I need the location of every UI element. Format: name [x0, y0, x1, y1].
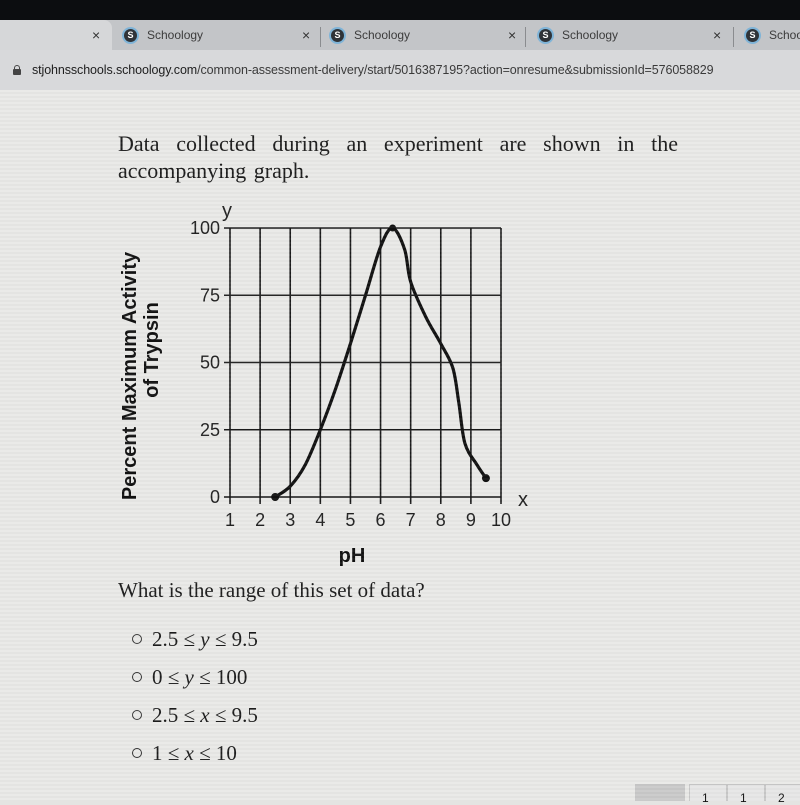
- tab-title: Schoology: [562, 28, 619, 42]
- tab-separator: [320, 27, 321, 47]
- x-tick-label: 5: [345, 510, 355, 530]
- x-tick-label: 7: [406, 510, 416, 530]
- url-path: /common-assessment-delivery/start/501638…: [197, 63, 714, 77]
- data-point-end: [481, 474, 490, 483]
- lock-icon: [12, 65, 22, 75]
- y-tick-label: 75: [200, 285, 220, 305]
- radio-button[interactable]: [132, 634, 142, 644]
- radio-button[interactable]: [132, 748, 142, 758]
- choice-label: 0 ≤ y ≤ 100: [152, 664, 248, 689]
- y-axis-label-line2: of Trypsin: [141, 302, 163, 398]
- tab-2[interactable]: S Schoology ×: [331, 20, 531, 50]
- radio-button[interactable]: [132, 672, 142, 682]
- url-text[interactable]: stjohnsschools.schoology.com/common-asse…: [32, 63, 714, 77]
- pager-page-button[interactable]: 1: [727, 784, 765, 805]
- close-icon[interactable]: ×: [508, 27, 516, 43]
- y-tick-label: 100: [190, 218, 220, 238]
- question-prompt: What is the range of this set of data?: [118, 578, 425, 602]
- pager-page-button[interactable]: 1: [689, 784, 727, 805]
- tab-title: Schoology: [147, 28, 204, 42]
- y-tick-label: 25: [200, 420, 220, 440]
- x-tick-label: 8: [436, 510, 446, 530]
- answer-choice[interactable]: 2.5 ≤ y ≤ 9.5: [132, 620, 258, 658]
- close-icon[interactable]: ×: [302, 27, 310, 43]
- x-axis-letter: x: [518, 489, 528, 511]
- pager-previous-button[interactable]: [635, 784, 685, 801]
- answer-choice[interactable]: 0 ≤ y ≤ 100: [132, 658, 258, 696]
- y-axis-letter: y: [222, 200, 232, 222]
- screen-bezel: [0, 0, 800, 20]
- pager-page-button[interactable]: 2: [765, 784, 800, 805]
- url-host: stjohnsschools.schoology.com: [32, 63, 198, 77]
- answer-choices: 2.5 ≤ y ≤ 9.5 0 ≤ y ≤ 100 2.5 ≤ x ≤ 9.5 …: [132, 620, 258, 772]
- schoology-logo-icon: S: [539, 28, 552, 42]
- close-icon[interactable]: ×: [92, 27, 100, 43]
- x-tick-label: 9: [466, 510, 476, 530]
- choice-label: 2.5 ≤ y ≤ 9.5: [152, 626, 258, 651]
- schoology-logo-icon: S: [124, 28, 137, 42]
- data-point-peak: [389, 224, 397, 232]
- choice-label: 1 ≤ x ≤ 10: [152, 740, 237, 765]
- tab-title: Schoo: [769, 28, 800, 42]
- y-tick-labels: 0 25 50 75 100: [190, 218, 220, 507]
- tab-3[interactable]: S Schoology ×: [539, 20, 739, 50]
- trypsin-activity-chart: 0 25 50 75 100 1 2 3 4 5 6 7 8 9 10 Percent Maximum A…: [119, 200, 528, 567]
- x-tick-label: 1: [225, 510, 235, 530]
- choice-label: 2.5 ≤ x ≤ 9.5: [152, 702, 258, 727]
- tab-1[interactable]: S Schoology ×: [124, 20, 324, 50]
- radio-button[interactable]: [132, 710, 142, 720]
- y-axis-label-line1: Percent Maximum Activity: [119, 251, 141, 500]
- tab-4[interactable]: S Schoo: [746, 20, 800, 50]
- x-tick-label: 4: [315, 510, 325, 530]
- schoology-logo-icon: S: [746, 28, 759, 42]
- data-point-start: [271, 493, 280, 501]
- tab-separator: [733, 27, 734, 47]
- x-tick-label: 6: [376, 510, 386, 530]
- question-intro: Data collected during an experiment are …: [118, 131, 678, 183]
- answer-choice[interactable]: 1 ≤ x ≤ 10: [132, 734, 258, 772]
- x-tick-labels: 1 2 3 4 5 6 7 8 9 10: [225, 510, 511, 530]
- x-tick-label: 3: [285, 510, 295, 530]
- schoology-logo-icon: S: [331, 28, 344, 42]
- tab-title: Schoology: [354, 28, 411, 42]
- x-tick-label: 10: [491, 510, 511, 530]
- tab-separator: [525, 27, 526, 47]
- close-icon[interactable]: ×: [713, 27, 721, 43]
- y-tick-label: 0: [210, 487, 220, 507]
- chart-grid: [224, 227, 502, 504]
- address-bar[interactable]: stjohnsschools.schoology.com/common-asse…: [0, 50, 800, 90]
- answer-choice[interactable]: 2.5 ≤ x ≤ 9.5: [132, 696, 258, 734]
- x-tick-label: 2: [255, 510, 265, 530]
- x-axis-title: pH: [339, 545, 366, 567]
- y-tick-label: 50: [200, 353, 220, 373]
